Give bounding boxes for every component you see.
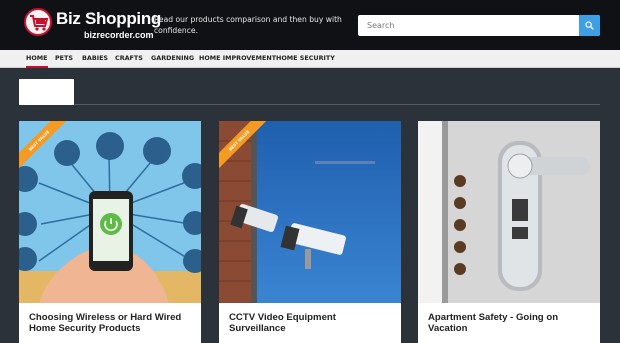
site-tagline: Read our products comparison and then bu… [154, 15, 342, 35]
nav-item-babies[interactable]: BABIES [82, 50, 108, 68]
post-title[interactable]: Choosing Wireless or Hard Wired Home Sec… [29, 312, 195, 334]
nav-item-home-improvement[interactable]: HOME IMPROVEMENT [199, 50, 276, 68]
nav-item-home[interactable]: HOME [26, 50, 48, 68]
nav-item-crafts[interactable]: CRAFTS [115, 50, 143, 68]
main-nav: HOME PETS BABIES CRAFTS GARDENING HOME I… [0, 50, 620, 68]
post-image [418, 121, 600, 303]
section-divider [74, 104, 600, 105]
nav-item-home-security[interactable]: HOME SECURITY [276, 50, 335, 68]
post-title[interactable]: CCTV Video Equipment Surveillance [229, 312, 395, 334]
shopping-cart-icon [24, 8, 52, 36]
logo-title: Biz Shopping [56, 9, 161, 28]
nav-item-gardening[interactable]: GARDENING [151, 50, 194, 68]
search-box [358, 15, 600, 36]
post-card[interactable]: Apartment Safety - Going on Vacation [418, 121, 600, 343]
header-bar: Biz Shopping bizrecorder.com Read our pr… [0, 0, 620, 50]
post-title[interactable]: Apartment Safety - Going on Vacation [428, 312, 594, 334]
post-image: BEST VALUE [19, 121, 201, 303]
post-image: BEST VALUE [219, 121, 401, 303]
search-button[interactable] [579, 15, 600, 36]
nav-item-pets[interactable]: PETS [55, 50, 73, 68]
search-input[interactable] [358, 15, 578, 36]
post-card[interactable]: BEST VALUE Choosing Wireless or Hard Wir… [19, 121, 201, 343]
post-card[interactable]: BEST VALUE CCTV Video Equipment Surveill… [219, 121, 401, 343]
section-tab [19, 79, 74, 105]
logo-subtitle: bizrecorder.com [84, 30, 154, 40]
search-icon [585, 21, 594, 30]
